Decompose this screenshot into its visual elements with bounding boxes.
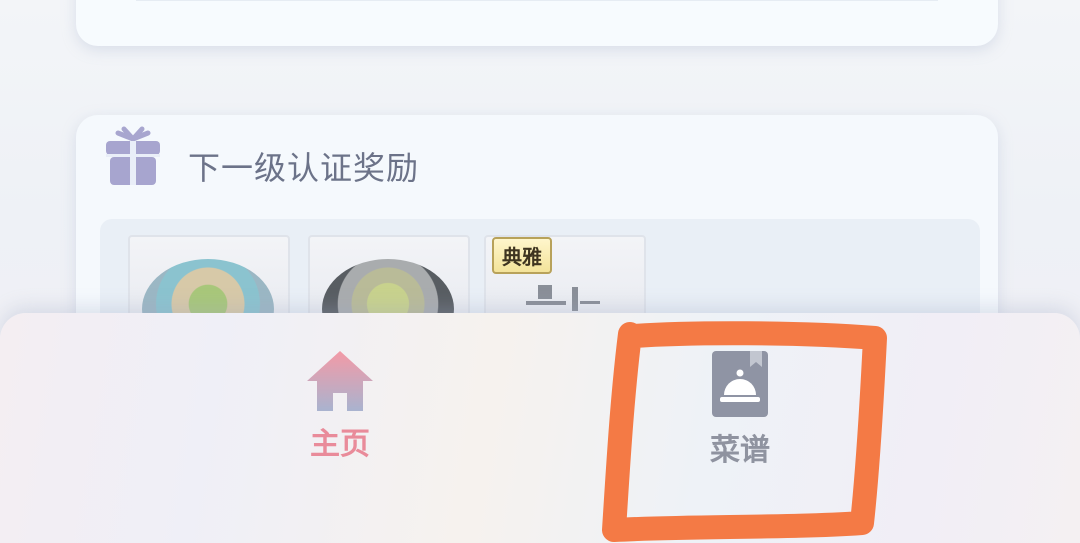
recipe-book-icon xyxy=(712,351,768,417)
nav-home-label: 主页 xyxy=(310,427,370,462)
home-icon xyxy=(307,351,373,411)
gift-icon xyxy=(106,126,160,185)
furniture-icon xyxy=(538,285,552,299)
nav-recipe-label: 菜谱 xyxy=(710,433,770,468)
top-card xyxy=(76,0,998,46)
style-badge: 典雅 xyxy=(492,237,552,274)
top-card-divider xyxy=(136,0,938,1)
reward-title: 下一级认证奖励 xyxy=(188,149,420,187)
bottom-nav: 主页 菜谱 xyxy=(0,313,1080,543)
nav-home[interactable]: 主页 xyxy=(280,349,400,463)
nav-recipe[interactable]: 菜谱 xyxy=(680,349,800,469)
